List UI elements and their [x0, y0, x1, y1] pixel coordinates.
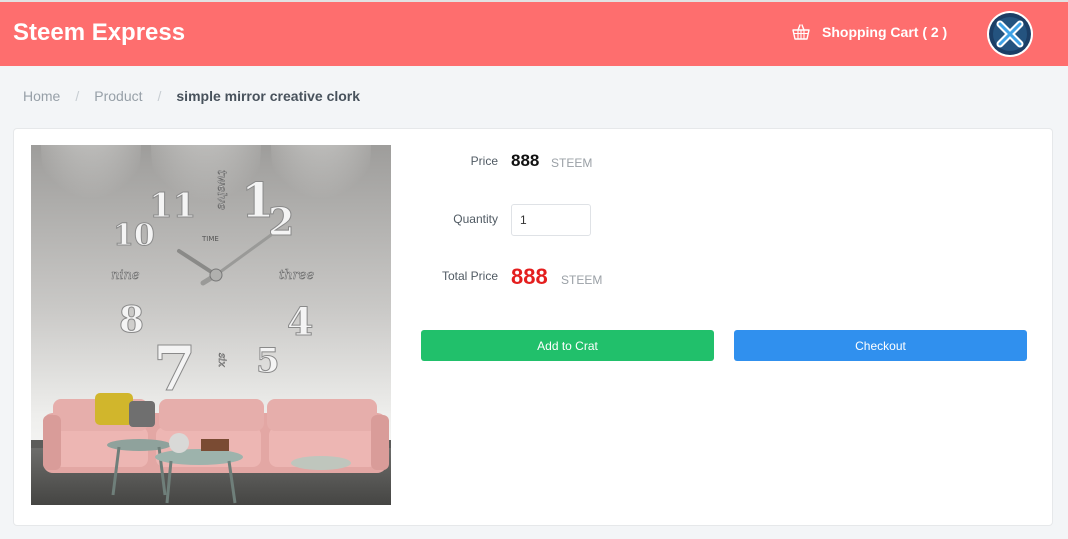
price-value: 888	[511, 151, 540, 170]
checkout-button[interactable]: Checkout	[734, 330, 1027, 361]
svg-text:7: 7	[153, 332, 196, 405]
breadcrumb-product[interactable]: Product	[94, 88, 142, 104]
svg-text:nine: nine	[111, 268, 140, 283]
svg-text:three: three	[279, 268, 315, 283]
svg-text:TIME: TIME	[201, 235, 219, 243]
svg-text:11: 11	[149, 186, 196, 226]
avatar[interactable]	[987, 11, 1033, 57]
add-to-cart-button[interactable]: Add to Crat	[421, 330, 714, 361]
svg-text:twelve: twelve	[215, 170, 229, 210]
product-image: 11 1 2 10 8 4 7 5 nine three twelve six …	[31, 145, 391, 505]
total-price-unit: STEEM	[561, 273, 603, 287]
product-card: 11 1 2 10 8 4 7 5 nine three twelve six …	[13, 128, 1053, 526]
breadcrumb-home[interactable]: Home	[23, 88, 60, 104]
total-price-value: 888	[511, 264, 548, 289]
price-unit: STEEM	[551, 156, 593, 170]
breadcrumb-separator: /	[157, 88, 162, 104]
breadcrumb-current: simple mirror creative clork	[176, 88, 361, 104]
shopping-cart-label: Shopping Cart ( 2 )	[822, 24, 948, 40]
svg-text:8: 8	[119, 299, 144, 341]
breadcrumb: Home / Product / simple mirror creative …	[23, 88, 360, 104]
svg-text:2: 2	[268, 199, 294, 244]
shopping-cart-link[interactable]: Shopping Cart ( 2 )	[792, 24, 947, 40]
brand-title[interactable]: Steem Express	[13, 19, 185, 47]
svg-text:six: six	[216, 353, 227, 367]
total-price-label: Total Price	[441, 269, 498, 283]
svg-text:4: 4	[287, 299, 313, 344]
quantity-label: Quantity	[453, 212, 498, 226]
svg-text:10: 10	[113, 218, 155, 253]
shopping-basket-icon	[792, 24, 810, 40]
breadcrumb-separator: /	[75, 88, 80, 104]
quantity-input[interactable]	[511, 204, 591, 236]
svg-text:5: 5	[256, 341, 280, 381]
app-header: Steem Express Shopping Cart ( 2 )	[0, 0, 1068, 66]
price-label: Price	[470, 154, 498, 168]
